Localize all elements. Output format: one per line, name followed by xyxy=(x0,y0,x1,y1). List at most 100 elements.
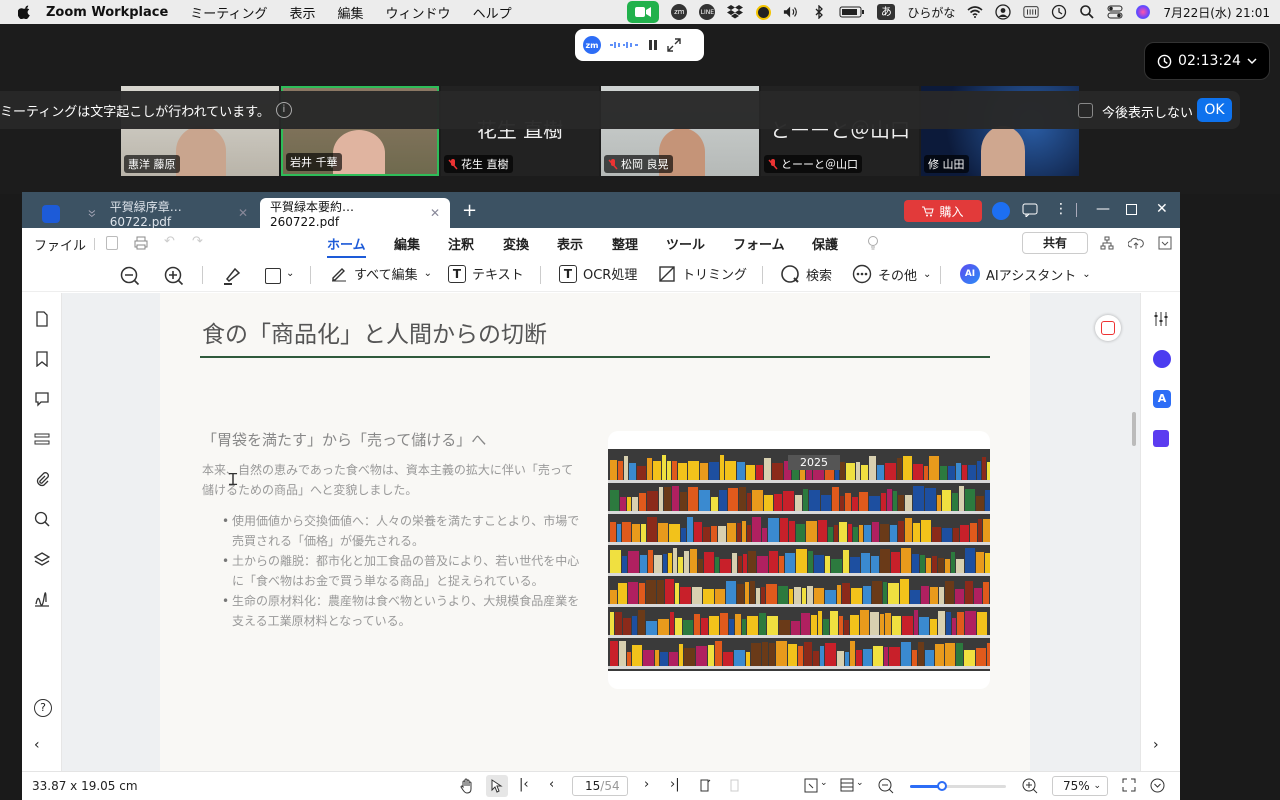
redo-icon[interactable]: ↷ xyxy=(192,234,203,249)
highlighter-icon[interactable] xyxy=(222,266,242,286)
maximize-icon[interactable] xyxy=(1126,204,1137,215)
tab-view[interactable]: 表示 xyxy=(557,234,583,253)
fit-page-icon[interactable] xyxy=(804,778,818,793)
zoom-slider-handle[interactable] xyxy=(936,781,947,791)
tab-convert[interactable]: 変換 xyxy=(503,234,529,253)
search-button[interactable]: 検索 xyxy=(780,264,832,284)
zoom-slider[interactable] xyxy=(910,781,1006,791)
more-vertical-icon[interactable]: ⋮ xyxy=(1054,201,1068,217)
page-layout-icon[interactable] xyxy=(840,778,854,792)
chevron-down-icon[interactable]: ⌄ xyxy=(286,268,294,279)
more-button[interactable]: その他 ⌄ xyxy=(852,264,931,284)
expand-right-icon[interactable]: › xyxy=(1153,737,1169,753)
print-icon[interactable] xyxy=(134,236,148,250)
last-page-icon[interactable]: ›| xyxy=(670,777,680,792)
close-window-icon[interactable]: ✕ xyxy=(1156,201,1168,217)
feedback-icon[interactable] xyxy=(1022,203,1038,217)
menu-edit[interactable]: 編集 xyxy=(338,3,364,22)
menubar-clock[interactable]: 7月22日(水) 21:01 xyxy=(1163,4,1270,21)
chevron-down-icon[interactable]: ⌄ xyxy=(856,778,864,788)
bookmark-icon[interactable] xyxy=(34,351,50,367)
battery-icon[interactable] xyxy=(839,4,865,20)
tab-document-2[interactable]: 平賀緑本要約…260722.pdf ✕ xyxy=(260,198,450,229)
undo-icon[interactable]: ↶ xyxy=(164,234,175,249)
zoom-in-icon[interactable] xyxy=(1022,778,1038,794)
volume-icon[interactable] xyxy=(783,4,799,20)
prev-page-icon[interactable]: ‹ xyxy=(549,777,554,792)
menu-view[interactable]: 表示 xyxy=(290,3,316,22)
avatar[interactable] xyxy=(992,202,1010,220)
tab-edit[interactable]: 編集 xyxy=(394,234,420,253)
pause-icon[interactable] xyxy=(647,39,659,51)
zoom-video-status-icon[interactable] xyxy=(627,1,660,23)
attachment-icon[interactable] xyxy=(34,471,50,487)
keyboard-icon[interactable] xyxy=(1023,4,1039,20)
close-tab-icon[interactable]: ✕ xyxy=(238,206,248,220)
properties-sliders-icon[interactable] xyxy=(1153,311,1169,327)
banner-ok-button[interactable]: OK xyxy=(1197,98,1232,122)
menu-meeting[interactable]: ミーティング xyxy=(190,3,267,22)
collapse-left-icon[interactable]: ‹ xyxy=(34,737,50,753)
line-icon[interactable]: LINE xyxy=(699,4,716,20)
page-thumbnail-icon[interactable] xyxy=(34,311,50,327)
share-button[interactable]: 共有 xyxy=(1022,232,1088,254)
app-name[interactable]: Zoom Workplace xyxy=(46,5,168,20)
page-indicator[interactable]: 15/54 xyxy=(572,776,628,796)
hand-tool-icon[interactable] xyxy=(460,778,474,794)
wifi-icon[interactable] xyxy=(967,4,983,20)
tab-document-1[interactable]: 平賀緑序章…60722.pdf ✕ xyxy=(78,198,258,229)
signature-icon[interactable] xyxy=(34,591,50,607)
edit-all-button[interactable]: すべて編集 ⌄ xyxy=(330,264,432,283)
extract-page-icon[interactable] xyxy=(728,778,742,793)
tab-form[interactable]: フォーム xyxy=(733,234,785,253)
close-tab-icon[interactable]: ✕ xyxy=(430,206,440,220)
collapse-ribbon-icon[interactable] xyxy=(1158,236,1172,250)
convert-pdf-float-icon[interactable] xyxy=(1095,315,1121,341)
tab-tools[interactable]: ツール xyxy=(666,234,705,253)
text-tool-button[interactable]: T テキスト xyxy=(448,264,524,283)
cloud-upload-icon[interactable] xyxy=(1128,236,1144,250)
minimize-icon[interactable]: — xyxy=(1096,201,1110,217)
lightbulb-icon[interactable] xyxy=(867,235,879,250)
dont-show-again-label[interactable]: 今後表示しない xyxy=(1102,102,1193,121)
bluetooth-icon[interactable] xyxy=(811,4,827,20)
menu-help[interactable]: ヘルプ xyxy=(473,3,512,22)
control-center-icon[interactable] xyxy=(1107,4,1123,20)
zoom-in-icon[interactable] xyxy=(164,266,184,286)
ocr-button[interactable]: T OCR処理 xyxy=(559,264,637,283)
norton-icon[interactable] xyxy=(755,4,771,20)
zoom-out-icon[interactable] xyxy=(878,778,894,794)
fullscreen-icon[interactable] xyxy=(1122,778,1136,792)
rotate-page-icon[interactable] xyxy=(698,778,712,793)
tab-protect[interactable]: 保護 xyxy=(812,234,838,253)
shape-icon[interactable] xyxy=(265,268,281,284)
tab-annotate[interactable]: 注釈 xyxy=(448,234,474,253)
comment-icon[interactable] xyxy=(34,391,50,407)
crop-button[interactable]: トリミング xyxy=(658,264,747,283)
chevron-down-icon[interactable]: ⌄ xyxy=(820,778,828,788)
expand-icon[interactable] xyxy=(667,38,681,52)
ime-indicator[interactable]: あ xyxy=(877,4,896,20)
dropbox-icon[interactable] xyxy=(727,4,744,20)
menu-window[interactable]: ウィンドウ xyxy=(386,3,451,22)
siri-icon[interactable] xyxy=(1135,4,1151,20)
save-icon[interactable] xyxy=(106,236,118,250)
meeting-timer[interactable]: 02:13:24 xyxy=(1144,42,1270,80)
tab-organize[interactable]: 整理 xyxy=(612,234,638,253)
translate-icon[interactable]: A xyxy=(1153,390,1171,408)
tab-home[interactable]: ホーム xyxy=(327,234,366,258)
help-icon[interactable]: ? xyxy=(34,699,52,717)
spotlight-search-icon[interactable] xyxy=(1079,4,1095,20)
select-tool-button[interactable] xyxy=(486,775,508,797)
ime-label[interactable]: ひらがな xyxy=(907,4,955,21)
search-icon[interactable] xyxy=(34,511,50,527)
ai-robot-icon[interactable] xyxy=(1153,350,1171,368)
zoom-out-icon[interactable] xyxy=(120,266,140,286)
layers-list-icon[interactable] xyxy=(34,431,50,447)
time-machine-icon[interactable] xyxy=(1051,4,1067,20)
new-tab-icon[interactable]: + xyxy=(462,200,477,221)
info-icon[interactable]: i xyxy=(275,102,292,118)
buy-button[interactable]: 購入 xyxy=(904,200,982,222)
layers-icon[interactable] xyxy=(34,551,50,567)
task-check-icon[interactable] xyxy=(1153,430,1169,447)
